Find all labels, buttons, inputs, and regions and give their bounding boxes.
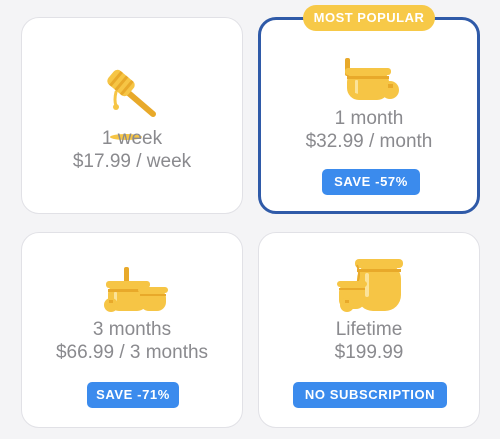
- honey-jar-small-icon: [341, 56, 401, 106]
- save-button[interactable]: SAVE -57%: [322, 169, 420, 195]
- plan-title: 1 month: [334, 108, 404, 129]
- plan-card-1-month[interactable]: 1 month $32.99 / month SAVE -57%: [258, 17, 480, 214]
- plan-title: 3 months: [92, 319, 172, 340]
- plan-price: $17.99 / week: [72, 151, 192, 172]
- plan-card-lifetime[interactable]: Lifetime $199.99 NO SUBSCRIPTION: [258, 232, 480, 428]
- plan-card-1-week[interactable]: 1 week $17.99 / week: [21, 17, 243, 214]
- most-popular-badge: MOST POPULAR: [303, 5, 435, 31]
- plan-price: $32.99 / month: [305, 131, 433, 152]
- plan-card-3-months[interactable]: 3 months $66.99 / 3 months SAVE -71%: [21, 232, 243, 428]
- plan-price: $66.99 / 3 months: [55, 342, 209, 363]
- plan-title: Lifetime: [335, 319, 403, 340]
- honey-jars-icon: [102, 265, 168, 315]
- save-button[interactable]: SAVE -71%: [87, 382, 179, 408]
- plan-price: $199.99: [334, 342, 404, 363]
- honey-pots-icon: [335, 253, 405, 315]
- plan-title: 1 week: [101, 128, 163, 149]
- no-subscription-button[interactable]: NO SUBSCRIPTION: [293, 382, 447, 408]
